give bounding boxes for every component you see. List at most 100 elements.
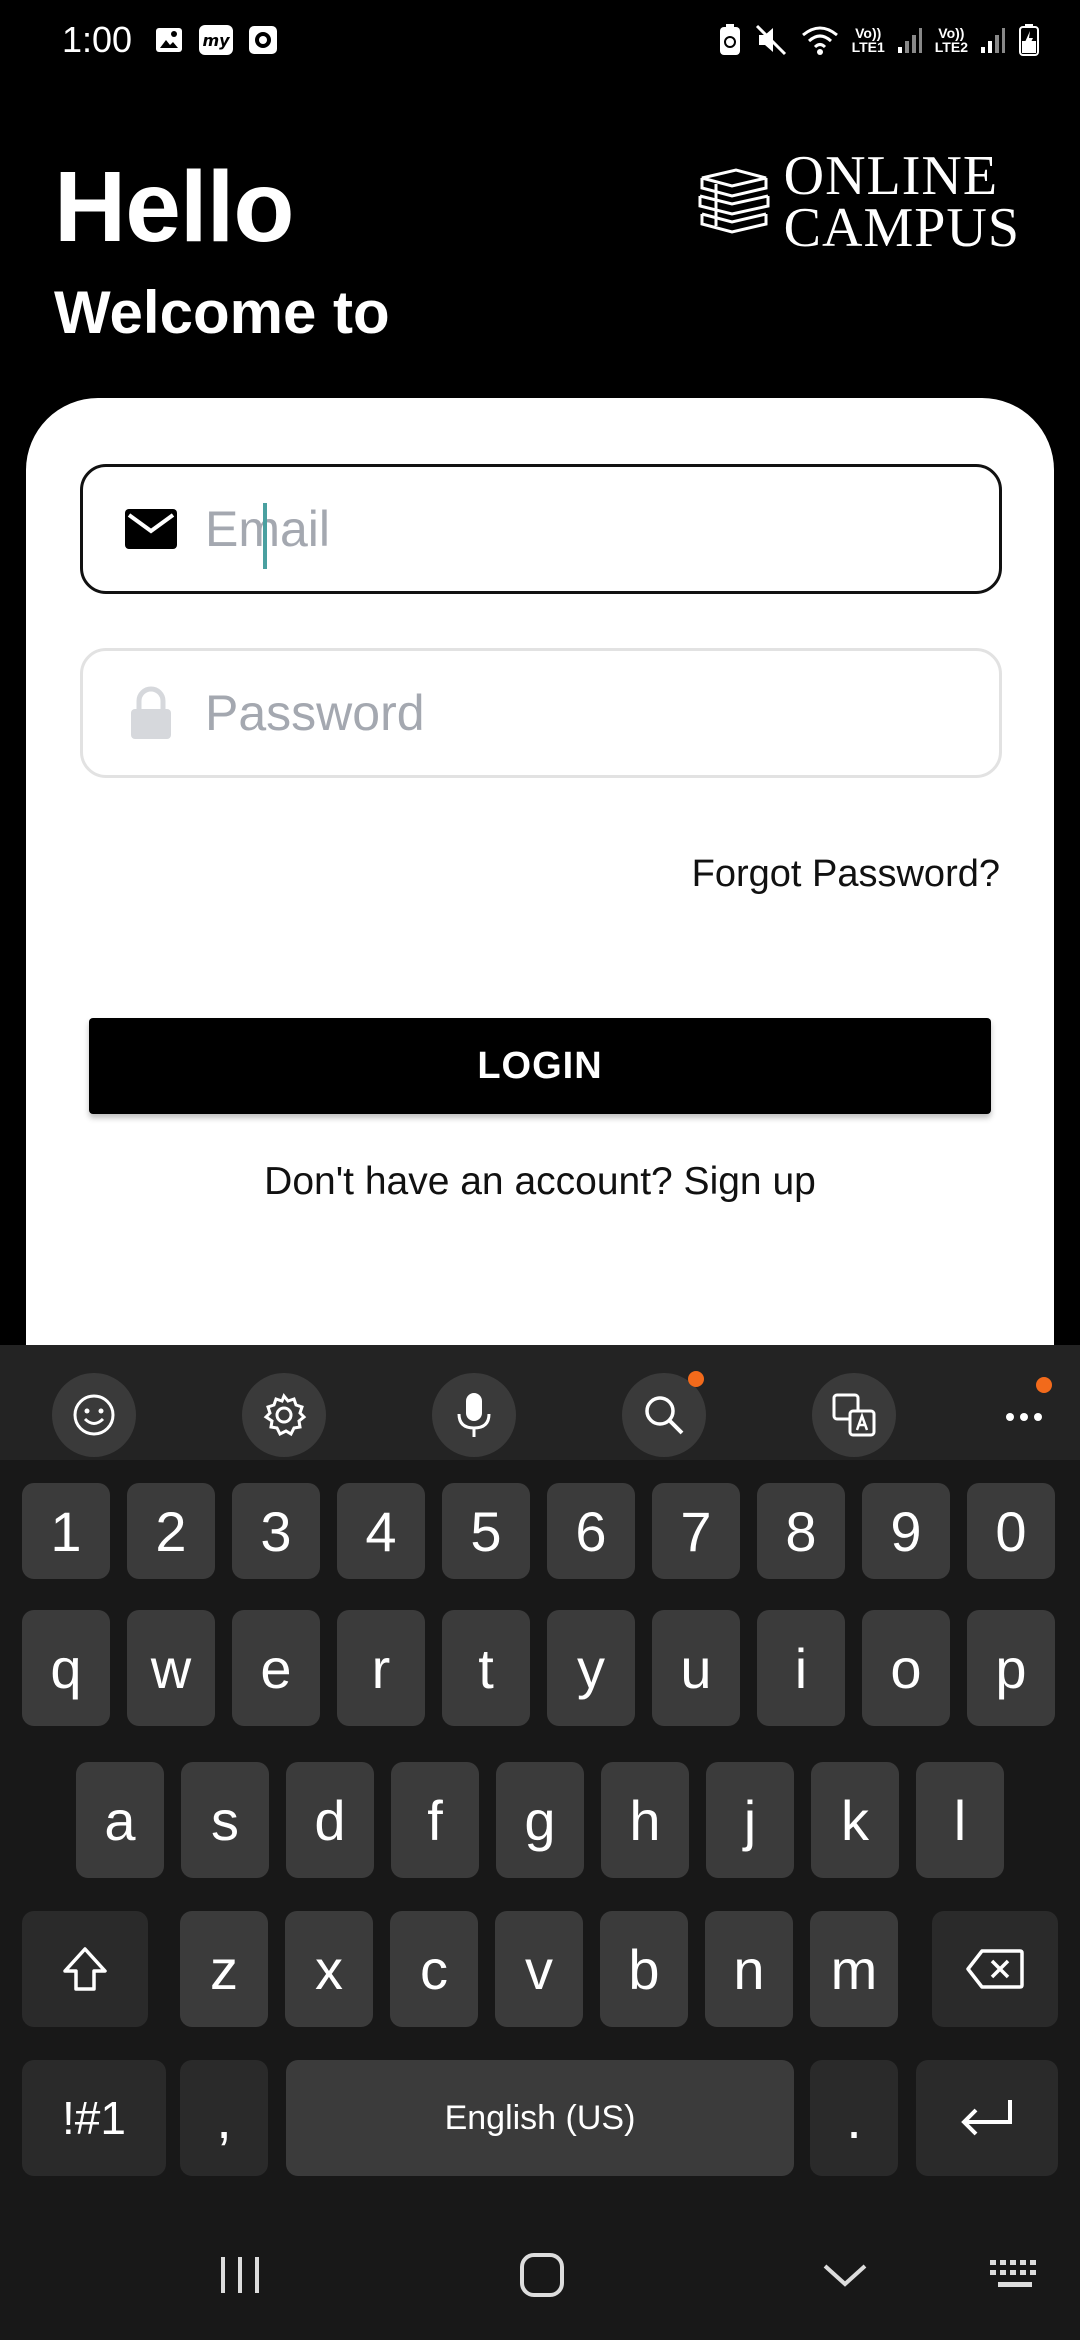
symbols-key[interactable]: !#1	[22, 2060, 166, 2176]
key-w[interactable]: w	[127, 1610, 215, 1726]
key-c[interactable]: c	[390, 1911, 478, 2027]
key-j[interactable]: j	[706, 1762, 794, 1878]
key-z[interactable]: z	[180, 1911, 268, 2027]
emoji-icon	[73, 1394, 115, 1436]
translate-button[interactable]	[812, 1373, 896, 1457]
wifi-icon	[800, 23, 840, 57]
mute-icon	[754, 23, 788, 57]
chevron-down-icon	[823, 2264, 867, 2287]
key-p[interactable]: p	[967, 1610, 1055, 1726]
backspace-key[interactable]	[932, 1911, 1058, 2027]
key-t[interactable]: t	[442, 1610, 530, 1726]
key-2[interactable]: 2	[127, 1483, 215, 1579]
key-9[interactable]: 9	[862, 1483, 950, 1579]
status-left: 1:00 my	[62, 19, 278, 61]
key-e[interactable]: e	[232, 1610, 320, 1726]
recent-apps-button[interactable]	[210, 2240, 270, 2310]
notification-dot	[688, 1371, 704, 1387]
key-3[interactable]: 3	[232, 1483, 320, 1579]
password-input[interactable]	[205, 673, 965, 753]
email-field[interactable]	[80, 464, 1002, 594]
password-field[interactable]	[80, 648, 1002, 778]
key-a[interactable]: a	[76, 1762, 164, 1878]
more-icon	[1006, 1413, 1042, 1421]
gallery-icon	[154, 25, 184, 55]
mail-icon	[119, 507, 183, 551]
battery-saver-icon	[718, 23, 742, 57]
key-k[interactable]: k	[811, 1762, 899, 1878]
key-1[interactable]: 1	[22, 1483, 110, 1579]
enter-key[interactable]	[916, 2060, 1058, 2176]
logo-line2: CAMPUS	[783, 197, 1020, 259]
keyboard-icon	[990, 2260, 1036, 2287]
signal2-icon	[980, 25, 1006, 55]
key-q[interactable]: q	[22, 1610, 110, 1726]
backspace-icon	[966, 1949, 1024, 1989]
key-m[interactable]: m	[810, 1911, 898, 2027]
search-button[interactable]	[622, 1371, 706, 1457]
clock-app-icon	[248, 25, 278, 55]
key-i[interactable]: i	[757, 1610, 845, 1726]
hide-keyboard-button[interactable]	[815, 2240, 875, 2310]
login-card: Forgot Password? LOGIN Don't have an acc…	[26, 398, 1054, 1398]
logo-text: ONLINE CAMPUS	[783, 148, 1020, 259]
svg-text:my: my	[203, 31, 231, 50]
email-input[interactable]	[205, 489, 965, 569]
emoji-button[interactable]	[52, 1373, 136, 1457]
comma-key[interactable]: ,	[180, 2060, 268, 2176]
login-button[interactable]: LOGIN	[89, 1018, 991, 1114]
key-h[interactable]: h	[601, 1762, 689, 1878]
status-time: 1:00	[62, 19, 133, 60]
status-right: Vo)) LTE1 Vo)) LTE2	[718, 23, 1040, 57]
key-r[interactable]: r	[337, 1610, 425, 1726]
mic-icon	[457, 1393, 491, 1437]
key-g[interactable]: g	[496, 1762, 584, 1878]
key-8[interactable]: 8	[757, 1483, 845, 1579]
status-bar: 1:00 my Vo)) LTE1 Vo)) LTE2	[0, 0, 1080, 80]
voice-input-button[interactable]	[432, 1373, 516, 1457]
shift-key[interactable]	[22, 1911, 148, 2027]
key-0[interactable]: 0	[967, 1483, 1055, 1579]
key-5[interactable]: 5	[442, 1483, 530, 1579]
key-s[interactable]: s	[181, 1762, 269, 1878]
shift-icon	[63, 1947, 107, 1991]
key-x[interactable]: x	[285, 1911, 373, 2027]
enter-icon	[961, 2100, 1012, 2136]
key-y[interactable]: y	[547, 1610, 635, 1726]
translate-icon	[832, 1393, 876, 1437]
space-key[interactable]: English (US)	[286, 2060, 794, 2176]
settings-button[interactable]	[242, 1373, 326, 1457]
battery-charging-icon	[1018, 23, 1040, 57]
period-key[interactable]: .	[810, 2060, 898, 2176]
keyboard-toolbar	[0, 1345, 1080, 1460]
home-button[interactable]	[510, 2240, 574, 2310]
key-o[interactable]: o	[862, 1610, 950, 1726]
key-l[interactable]: l	[916, 1762, 1004, 1878]
online-campus-logo: ONLINE CAMPUS	[696, 148, 1020, 259]
greeting-title: Hello	[54, 151, 294, 263]
key-f[interactable]: f	[391, 1762, 479, 1878]
key-4[interactable]: 4	[337, 1483, 425, 1579]
key-6[interactable]: 6	[547, 1483, 635, 1579]
myjio-icon: my	[198, 24, 234, 56]
key-u[interactable]: u	[652, 1610, 740, 1726]
forgot-password-link[interactable]: Forgot Password?	[692, 853, 1000, 896]
signal1-icon	[897, 25, 923, 55]
more-options-button[interactable]	[996, 1373, 1056, 1457]
key-b[interactable]: b	[600, 1911, 688, 2027]
keyboard-switch-button[interactable]	[985, 2240, 1045, 2310]
lock-icon	[119, 685, 183, 741]
key-n[interactable]: n	[705, 1911, 793, 2027]
key-7[interactable]: 7	[652, 1483, 740, 1579]
signup-link[interactable]: Don't have an account? Sign up	[26, 1160, 1054, 1204]
home-icon	[520, 2253, 564, 2297]
settings-icon	[263, 1393, 307, 1437]
notification-dot	[1036, 1377, 1052, 1393]
books-icon	[696, 166, 772, 239]
sim2-label: Vo)) LTE2	[934, 25, 968, 55]
sim1-label: Vo)) LTE1	[851, 25, 885, 55]
key-v[interactable]: v	[495, 1911, 583, 2027]
key-d[interactable]: d	[286, 1762, 374, 1878]
text-cursor	[263, 503, 267, 569]
navigation-bar	[0, 2200, 1080, 2340]
